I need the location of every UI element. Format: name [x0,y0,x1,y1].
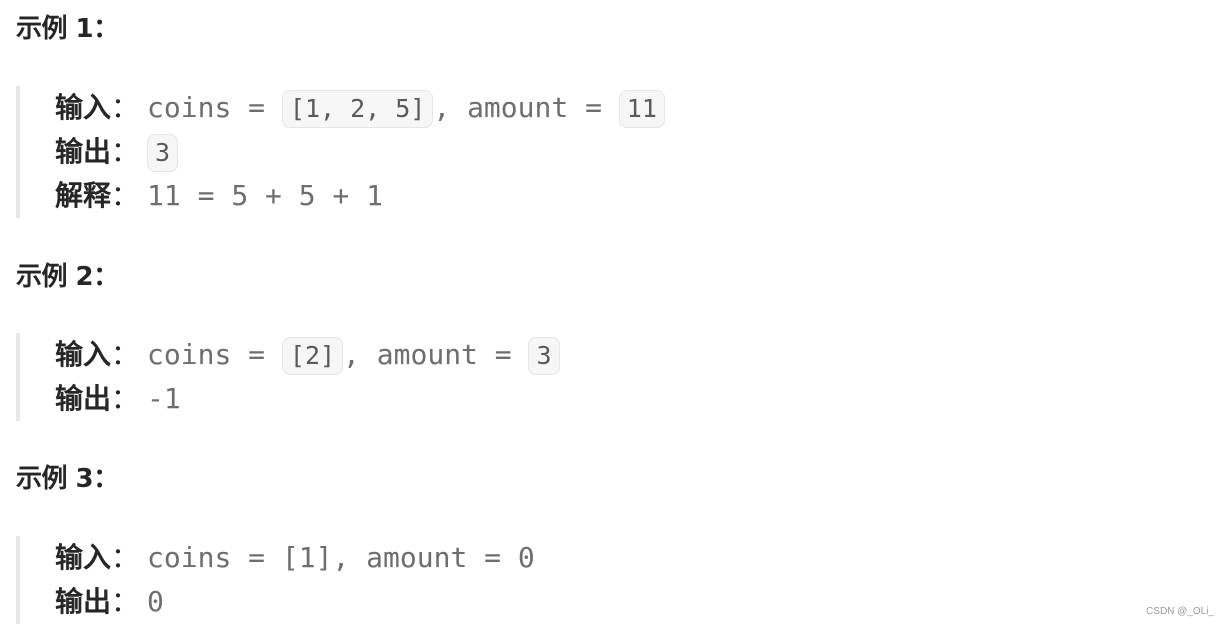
colon: ： [111,135,140,168]
input-prefix: coins = [147,91,282,124]
input-mid: , amount = [343,338,529,371]
coins-value-chip: [1, 2, 5] [281,90,434,128]
example-3-title: 示例 3： [16,464,119,494]
example-2-title: 示例 2： [16,262,119,292]
input-mid: , amount = [433,91,619,124]
output-value: -1 [147,382,181,415]
example-3-input-line: 输入： coins = [1], amount = 0 [55,536,535,580]
input-label: 输入 [55,338,112,371]
example-2-block: 输入： coins = [2], amount = 3 输出： -1 [16,333,560,421]
colon: ： [111,382,140,415]
coins-value-chip: [2] [281,337,344,375]
watermark: CSDN @_OLi_ [1146,606,1214,617]
colon: ： [111,338,140,371]
input-label: 输入 [55,91,112,124]
output-label: 输出 [55,585,112,618]
amount-value-chip: 11 [618,90,665,128]
colon: ： [111,541,140,574]
example-2-output-line: 输出： -1 [55,377,560,421]
example-3-block: 输入： coins = [1], amount = 0 输出： 0 [16,536,535,624]
example-1-explain-line: 解释： 11 = 5 + 5 + 1 [55,174,665,218]
example-3-output-line: 输出： 0 [55,580,535,624]
example-1-output-line: 输出： 3 [55,130,665,174]
example-1-input-line: 输入： coins = [1, 2, 5], amount = 11 [55,86,665,130]
explain-label: 解释 [55,179,112,212]
explain-text: 11 = 5 + 5 + 1 [147,179,384,212]
colon: ： [111,585,140,618]
example-1-block: 输入： coins = [1, 2, 5], amount = 11 输出： 3 解… [16,86,665,218]
amount-value-chip: 3 [528,337,560,375]
output-label: 输出 [55,135,112,168]
input-label: 输入 [55,541,112,574]
input-prefix: coins = [147,338,282,371]
input-text: coins = [1], amount = 0 [147,541,535,574]
example-1-title: 示例 1： [16,14,119,44]
colon: ： [111,91,140,124]
example-2-input-line: 输入： coins = [2], amount = 3 [55,333,560,377]
output-label: 输出 [55,382,112,415]
output-value-chip: 3 [147,134,179,172]
output-value: 0 [147,585,164,618]
colon: ： [111,179,140,212]
